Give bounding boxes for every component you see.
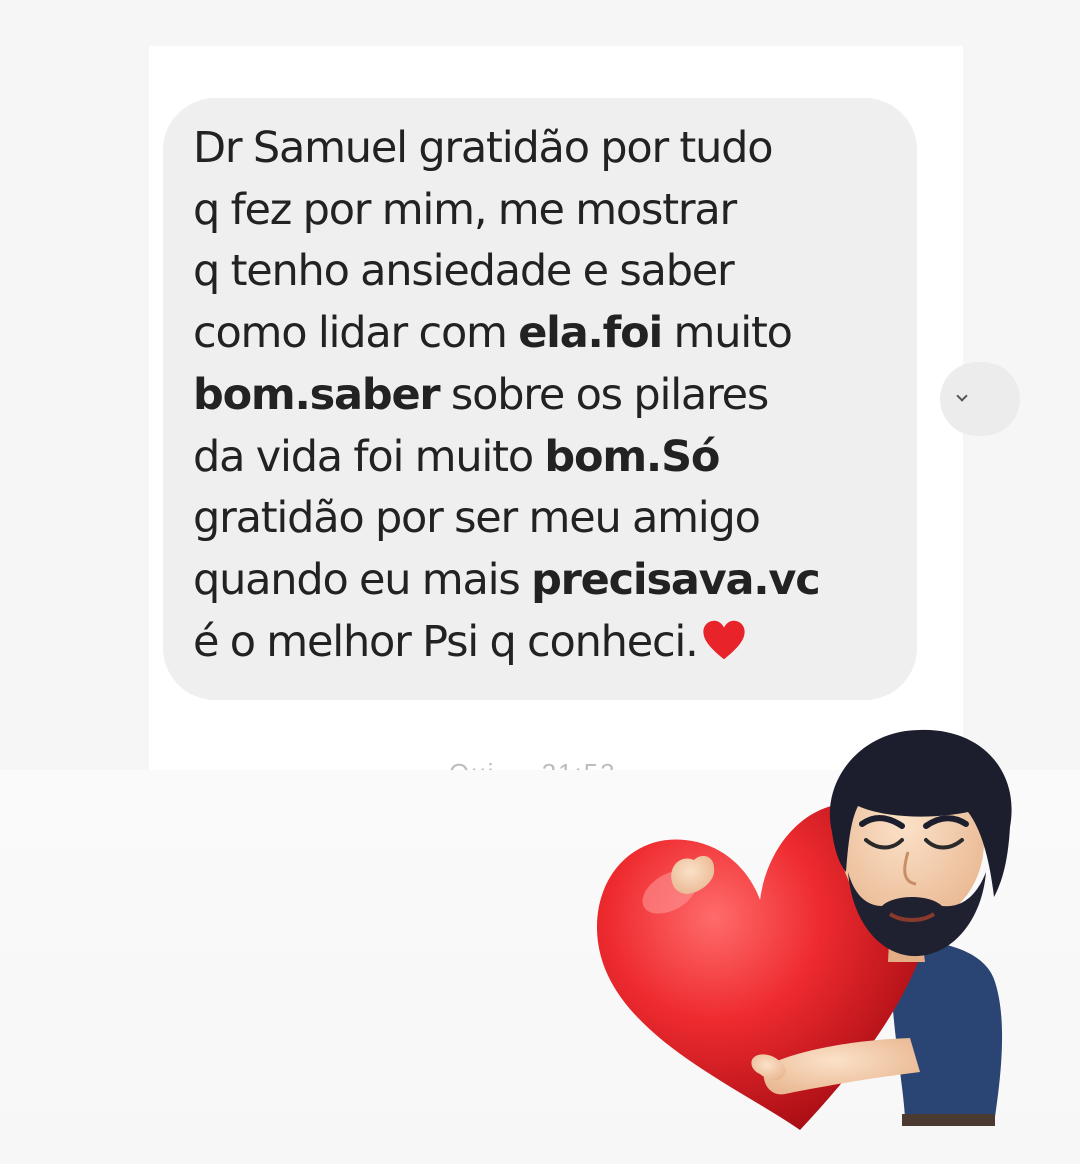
- message-bubble[interactable]: Dr Samuel gratidão por tudo q fez por mim…: [163, 98, 917, 700]
- message-line: gratidão por ser meu amigo: [193, 488, 895, 550]
- message-line: como lidar com ela.foi muito: [193, 303, 895, 365]
- message-text: Dr Samuel gratidão por tudo q fez por mim…: [193, 118, 895, 673]
- message-segment: sobre os pilares: [439, 369, 769, 420]
- chevron-down-icon: [956, 390, 968, 402]
- message-line: é o melhor Psi q conheci.: [193, 612, 895, 674]
- red-heart-emoji-icon: [703, 620, 745, 659]
- message-segment: quando eu mais: [193, 554, 532, 605]
- message-line: da vida foi muito bom.Só: [193, 427, 895, 489]
- message-segment: q tenho ansiedade e saber: [193, 246, 735, 297]
- message-segment: muito: [662, 308, 793, 359]
- message-bold-segment: precisava.vc: [531, 554, 821, 605]
- message-segment: Dr Samuel gratidão por tudo: [193, 123, 774, 173]
- chat-screenshot: Dr Samuel gratidão por tudo q fez por mim…: [149, 46, 963, 770]
- message-bold-segment: ela.foi: [518, 308, 663, 359]
- message-line: q fez por mim, me mostrar: [193, 180, 895, 242]
- message-segment: é o melhor Psi q conheci.: [193, 616, 699, 667]
- avatar-hugging-heart-sticker: [596, 729, 1012, 1130]
- message-segment: q fez por mim, me mostrar: [193, 184, 737, 235]
- message-line: q tenho ansiedade e saber: [193, 241, 895, 303]
- message-bold-segment: bom.Só: [544, 431, 720, 482]
- message-line: Dr Samuel gratidão por tudo: [193, 118, 895, 180]
- message-segment: como lidar com: [193, 308, 519, 359]
- message-line: quando eu mais precisava.vc: [193, 550, 895, 612]
- message-segment: da vida foi muito: [193, 431, 545, 482]
- message-segment: gratidão por ser meu amigo: [193, 493, 761, 544]
- scroll-down-button[interactable]: [940, 362, 1020, 436]
- message-bold-segment: bom.saber: [193, 369, 441, 420]
- message-line: bom.saber sobre os pilares: [193, 365, 895, 427]
